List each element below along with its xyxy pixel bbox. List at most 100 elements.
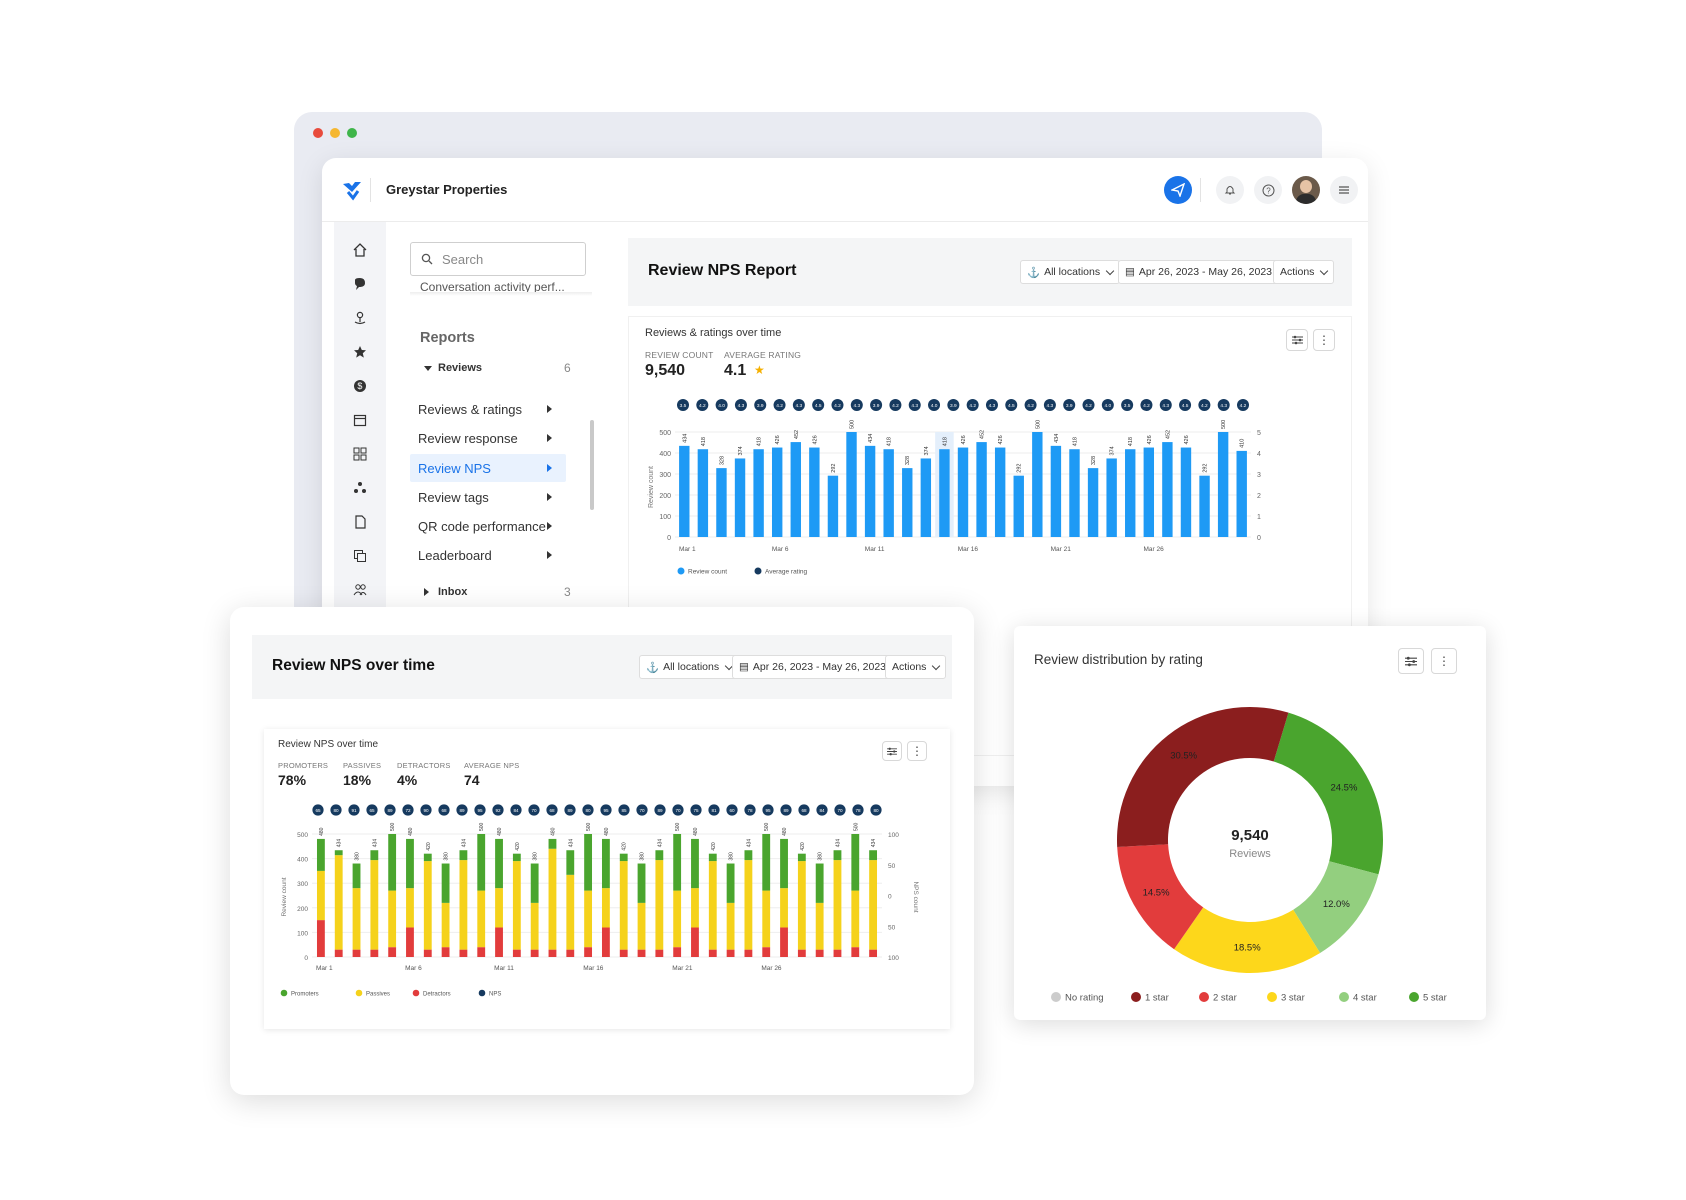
brand-logo-icon[interactable] [340, 178, 364, 202]
grid-icon[interactable] [350, 444, 370, 464]
rating-marker-label: 4.3 [1047, 403, 1054, 409]
stack-segment [406, 838, 414, 889]
chevron-down-icon [1105, 266, 1115, 275]
inbox-group[interactable]: Inbox [438, 586, 467, 598]
nps-marker-label: 81 [711, 808, 717, 813]
y2-tick-label: 100 [888, 955, 899, 962]
calendar-icon[interactable] [350, 410, 370, 430]
rating-marker-label: 4.2 [776, 403, 783, 409]
stack-segment [530, 949, 539, 957]
date-range-picker[interactable]: ▤ Apr 26, 2023 - May 26, 2023 [1118, 260, 1280, 284]
menu-item-qr-code[interactable]: QR code performance [410, 513, 566, 539]
dollar-icon[interactable]: $ [350, 376, 370, 396]
bar-total-label: 420 [800, 842, 806, 851]
y-tick-label: 200 [297, 906, 308, 913]
caret-down-icon[interactable] [424, 366, 432, 371]
legend-marker [1051, 992, 1061, 1002]
bar-value-label: 374 [738, 446, 744, 455]
stack-segment [655, 850, 664, 861]
nps-marker-label: 89 [459, 808, 465, 813]
calendar-icon: ▤ [1125, 266, 1135, 278]
menu-item-leaderboard[interactable]: Leaderboard [410, 542, 566, 568]
report-header: Review NPS Report ⚓ All locations ▤ Apr 26… [628, 238, 1352, 306]
filter-icon[interactable] [882, 741, 902, 761]
nps-marker-label: 65 [369, 808, 375, 813]
bar-total-label: 500 [764, 822, 770, 831]
stack-segment [637, 949, 646, 957]
stack-segment [601, 927, 610, 957]
menu-item-label: Leaderboard [418, 547, 492, 563]
star-icon[interactable] [350, 342, 370, 362]
bar [1013, 475, 1024, 537]
stack-segment [797, 949, 806, 957]
menu-item-reviews-ratings[interactable]: Reviews & ratings [410, 396, 566, 422]
search-field[interactable]: Search [410, 242, 586, 276]
network-icon[interactable] [350, 478, 370, 498]
more-vertical-icon[interactable]: ⋮ [907, 741, 927, 761]
bell-icon[interactable] [1216, 176, 1244, 204]
calendar-icon: ▤ [739, 661, 749, 673]
reviews-group[interactable]: Reviews [438, 362, 482, 374]
divider [370, 178, 371, 202]
more-vertical-icon[interactable]: ⋮ [1431, 648, 1457, 674]
bar-total-label: 500 [479, 822, 485, 831]
document-icon[interactable] [350, 512, 370, 532]
legend-label: Detractors [423, 992, 451, 998]
legend-label: Passives [366, 992, 390, 998]
menu-item-review-nps[interactable]: Review NPS [410, 454, 566, 482]
bar-total-label: 480 [550, 827, 556, 836]
caret-right-icon[interactable] [424, 588, 429, 596]
send-icon[interactable] [1164, 176, 1192, 204]
sidebar-scrollbar[interactable] [590, 420, 594, 510]
users-icon[interactable] [350, 580, 370, 600]
x-tick-label: Mar 6 [772, 546, 789, 553]
y-tick-label: 100 [297, 930, 308, 937]
org-name[interactable]: Greystar Properties [386, 182, 507, 197]
stack-segment [495, 888, 503, 928]
slice-label: 24.5% [1330, 783, 1357, 794]
menu-item-review-tags[interactable]: Review tags [410, 484, 566, 510]
x-tick-label: Mar 1 [679, 546, 696, 553]
chat-icon[interactable] [350, 274, 370, 294]
stack-segment [512, 861, 521, 950]
menu-icon[interactable] [1330, 176, 1358, 204]
date-range-picker[interactable]: ▤ Apr 26, 2023 - May 26, 2023 [732, 655, 894, 679]
bar-total-label: 480 [497, 827, 503, 836]
bar-value-label: 426 [812, 435, 818, 444]
x-tick-label: Mar 26 [761, 965, 782, 972]
stack-segment [334, 949, 343, 957]
avatar[interactable] [1292, 176, 1320, 204]
bar [976, 442, 987, 537]
bar-value-label: 452 [794, 430, 800, 439]
minimize-dot [330, 128, 340, 138]
stack-segment [566, 874, 575, 950]
home-icon[interactable] [350, 240, 370, 260]
divider [1200, 178, 1201, 202]
stack-segment [530, 902, 539, 950]
rating-marker-label: 3.9 [950, 403, 957, 409]
legend-label: Promoters [291, 992, 319, 998]
bar-value-label: 292 [831, 463, 837, 472]
caret-right-icon [547, 522, 552, 530]
locations-dropdown[interactable]: ⚓ All locations [639, 655, 740, 679]
filter-icon[interactable] [1398, 648, 1424, 674]
locations-dropdown[interactable]: ⚓ All locations [1020, 260, 1121, 284]
legend-marker [1339, 992, 1349, 1002]
copy-icon[interactable] [350, 546, 370, 566]
more-vertical-icon[interactable]: ⋮ [1313, 329, 1335, 351]
bar-value-label: 452 [980, 430, 986, 439]
stack-segment [477, 947, 486, 957]
bar-total-label: 500 [586, 822, 592, 831]
actions-dropdown[interactable]: Actions [885, 655, 947, 679]
y2-tick-label: 0 [1257, 535, 1261, 542]
nps-marker-label: 78 [855, 808, 861, 813]
menu-item-label: QR code performance [418, 518, 546, 534]
stack-segment [352, 949, 361, 957]
location-pin-icon[interactable] [350, 308, 370, 328]
legend-marker [355, 989, 363, 997]
stack-segment [744, 860, 753, 950]
actions-dropdown[interactable]: Actions [1273, 260, 1335, 284]
menu-item-review-response[interactable]: Review response [410, 425, 566, 451]
help-icon[interactable]: ? [1254, 176, 1282, 204]
filter-icon[interactable] [1286, 329, 1308, 351]
